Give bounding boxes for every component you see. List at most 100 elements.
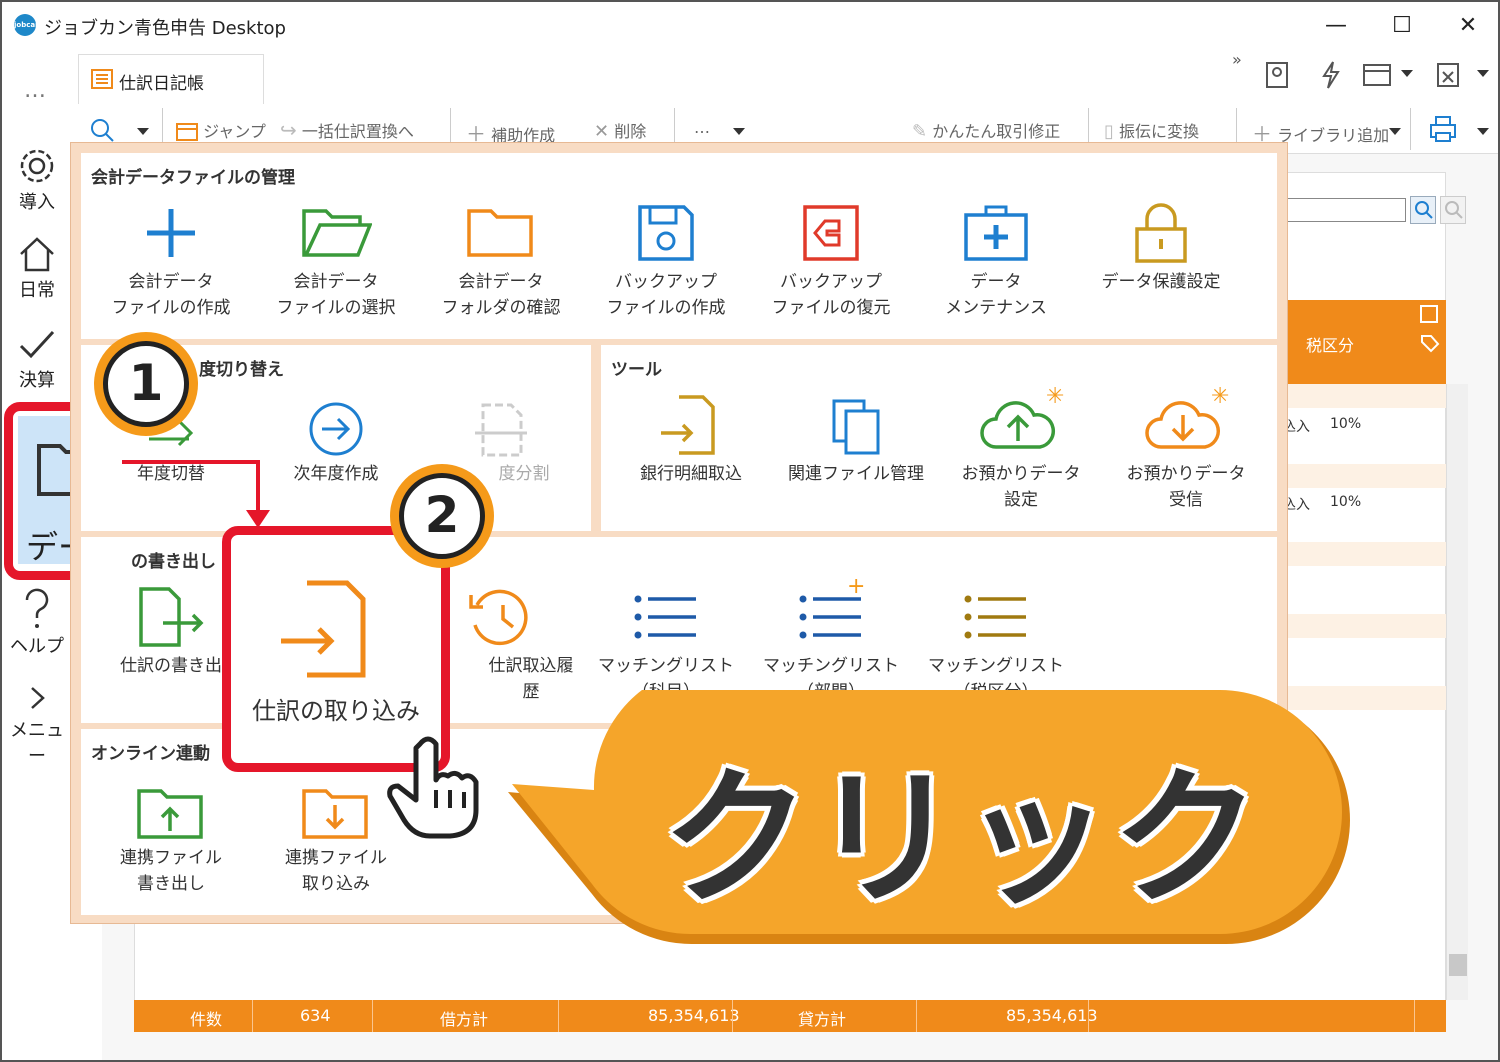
menu-bank-import[interactable]: 銀行明細取込 xyxy=(611,393,771,487)
jump-button[interactable]: ジャンプ xyxy=(176,118,266,142)
first-aid-icon xyxy=(964,205,1028,261)
minimize-button[interactable]: — xyxy=(1316,10,1356,42)
menu-link-file-export[interactable]: 連携ファイル 書き出し xyxy=(91,785,251,897)
note-icon[interactable] xyxy=(1418,304,1442,326)
easy-edit-button[interactable]: ✎ かんたん取引修正 xyxy=(912,118,1060,142)
cloud-download-icon: ✳ xyxy=(1145,385,1229,449)
table-row xyxy=(1274,384,1446,408)
more-button[interactable]: … xyxy=(694,118,710,137)
search-icon[interactable] xyxy=(1410,196,1436,224)
lock-icon xyxy=(1135,203,1187,263)
section-tools: ツール 銀行明細取込 関連ファイル管理 ✳ お預かりデータ 設定 ✳ お預かりデ… xyxy=(601,345,1277,531)
vertical-scrollbar[interactable] xyxy=(1446,384,1468,1000)
chevron-down-icon[interactable] xyxy=(1400,68,1414,80)
help-icon xyxy=(25,588,49,628)
menu-check-folder[interactable]: 会計データ フォルダの確認 xyxy=(421,201,581,321)
convert-button[interactable]: ▯ 振伝に変換 xyxy=(1104,118,1199,142)
menu-matching-account[interactable]: マッチングリスト （科目） xyxy=(586,585,746,705)
column-tax-category: 税区分 xyxy=(1306,336,1355,355)
step-badge-1: 1 xyxy=(94,332,198,436)
delete-button[interactable]: ✕ 削除 xyxy=(594,118,646,142)
app-logo: jobcan xyxy=(14,14,40,36)
menu-restore-backup[interactable]: バックアップ ファイルの復元 xyxy=(751,201,911,321)
lightning-icon[interactable] xyxy=(1316,60,1346,90)
section-file-management: 会計データファイルの管理 会計データ ファイルの作成 会計データ ファイルの選択… xyxy=(81,153,1277,339)
menu-create-backup[interactable]: バックアップ ファイルの作成 xyxy=(586,201,746,321)
step-badge-2: 2 xyxy=(390,464,494,568)
menu-create-file[interactable]: 会計データ ファイルの作成 xyxy=(91,201,251,321)
check-icon xyxy=(19,330,55,359)
home-icon xyxy=(20,237,54,272)
click-callout-text: クリック xyxy=(662,753,1262,925)
svg-text:+: + xyxy=(847,577,865,599)
share-arrow-icon: ↪ xyxy=(280,118,297,142)
menu-data-maintenance[interactable]: データ メンテナンス xyxy=(916,201,1076,321)
rail-item-help[interactable]: ヘルプ xyxy=(2,586,72,658)
badge-icon[interactable] xyxy=(1262,60,1292,90)
table-header: 税区分 xyxy=(1274,300,1446,384)
chevron-down-icon[interactable] xyxy=(1476,126,1490,138)
svg-text:✳: ✳ xyxy=(1211,385,1229,409)
chevron-down-icon[interactable] xyxy=(1476,68,1490,80)
totals-footer: 件数 634 借方計 85,354,613 貸方計 85,354,613 xyxy=(134,1000,1446,1032)
plus-icon xyxy=(147,209,195,257)
table-row[interactable]: 込入 10% xyxy=(1274,414,1414,442)
maximize-button[interactable]: ☐ xyxy=(1382,10,1422,42)
hand-pointer-icon xyxy=(387,736,479,839)
export-file-icon xyxy=(139,587,204,647)
rail-item-daily[interactable]: 日常 xyxy=(2,234,72,302)
gear-icon xyxy=(20,149,54,183)
calendar-window-icon[interactable] xyxy=(1362,60,1394,90)
table-row[interactable]: 込入 10% xyxy=(1274,492,1414,520)
import-file-icon xyxy=(281,580,366,678)
pencil-icon: ✎ xyxy=(912,121,928,142)
x-icon: ✕ xyxy=(594,121,610,142)
split-icon xyxy=(475,403,527,457)
menu-deposit-receive[interactable]: ✳ お預かりデータ 受信 xyxy=(1106,385,1266,513)
table-row xyxy=(1274,542,1446,566)
folder-icon xyxy=(467,209,533,257)
rail-item-menu[interactable]: メニュー xyxy=(2,682,72,768)
menu-matching-dept[interactable]: + マッチングリスト （部門） xyxy=(751,577,911,705)
cloud-upload-icon: ✳ xyxy=(980,385,1064,449)
menu-deposit-settings[interactable]: ✳ お預かりデータ 設定 xyxy=(941,385,1101,513)
title-bar: jobcan ジョブカン青色申告 Desktop — ☐ ✕ xyxy=(2,2,1498,50)
chevron-right-icon xyxy=(31,687,45,709)
rail-item-setup[interactable]: 導入 xyxy=(2,146,72,214)
app-window: 税区分 込入 10% 込入 10% 件数 634 借方計 85,354,613 … xyxy=(0,0,1500,1062)
overflow-chevron-icon[interactable]: » xyxy=(1232,50,1242,69)
svg-text:✳: ✳ xyxy=(1046,385,1064,409)
zoom-out-icon[interactable] xyxy=(1440,196,1466,224)
list-icon xyxy=(634,595,696,639)
close-button[interactable]: ✕ xyxy=(1448,10,1488,42)
search-icon[interactable] xyxy=(88,116,116,144)
menu-matching-tax[interactable]: マッチングリスト （税区分） xyxy=(916,585,1076,705)
menu-select-file[interactable]: 会計データ ファイルの選択 xyxy=(256,201,416,321)
app-title: ジョブカン青色申告 Desktop xyxy=(44,18,286,39)
folder-upload-icon xyxy=(137,789,203,839)
table-row xyxy=(1274,464,1446,488)
bulk-replace-button[interactable]: ↪ 一括仕訳置換へ xyxy=(280,118,414,142)
menu-related-files[interactable]: 関連ファイル管理 xyxy=(776,393,936,487)
tab-bar: 仕訳日記帳 » xyxy=(72,50,1498,104)
document-icon: ▯ xyxy=(1104,121,1114,142)
folder-open-icon xyxy=(302,209,372,257)
scrollbar-thumb[interactable] xyxy=(1449,954,1467,976)
arrow-right-circle-icon xyxy=(309,402,363,456)
more-icon[interactable]: … xyxy=(24,78,47,103)
table-row xyxy=(1274,614,1446,638)
rail-item-closing[interactable]: 決算 xyxy=(2,324,72,392)
tab-journal[interactable]: 仕訳日記帳 xyxy=(78,54,264,104)
files-icon xyxy=(832,399,880,455)
chevron-down-icon[interactable] xyxy=(732,126,746,138)
bank-import-icon xyxy=(661,395,715,455)
flow-arrow xyxy=(122,460,270,528)
calendar-icon xyxy=(176,123,198,141)
tag-icon[interactable] xyxy=(1418,332,1442,354)
close-window-icon[interactable] xyxy=(1434,60,1466,90)
chevron-down-icon[interactable] xyxy=(136,126,150,138)
printer-icon[interactable] xyxy=(1428,114,1458,144)
chevron-down-icon[interactable] xyxy=(1388,126,1402,138)
search-input[interactable] xyxy=(1284,198,1406,222)
menu-data-protection[interactable]: データ保護設定 xyxy=(1081,201,1241,295)
